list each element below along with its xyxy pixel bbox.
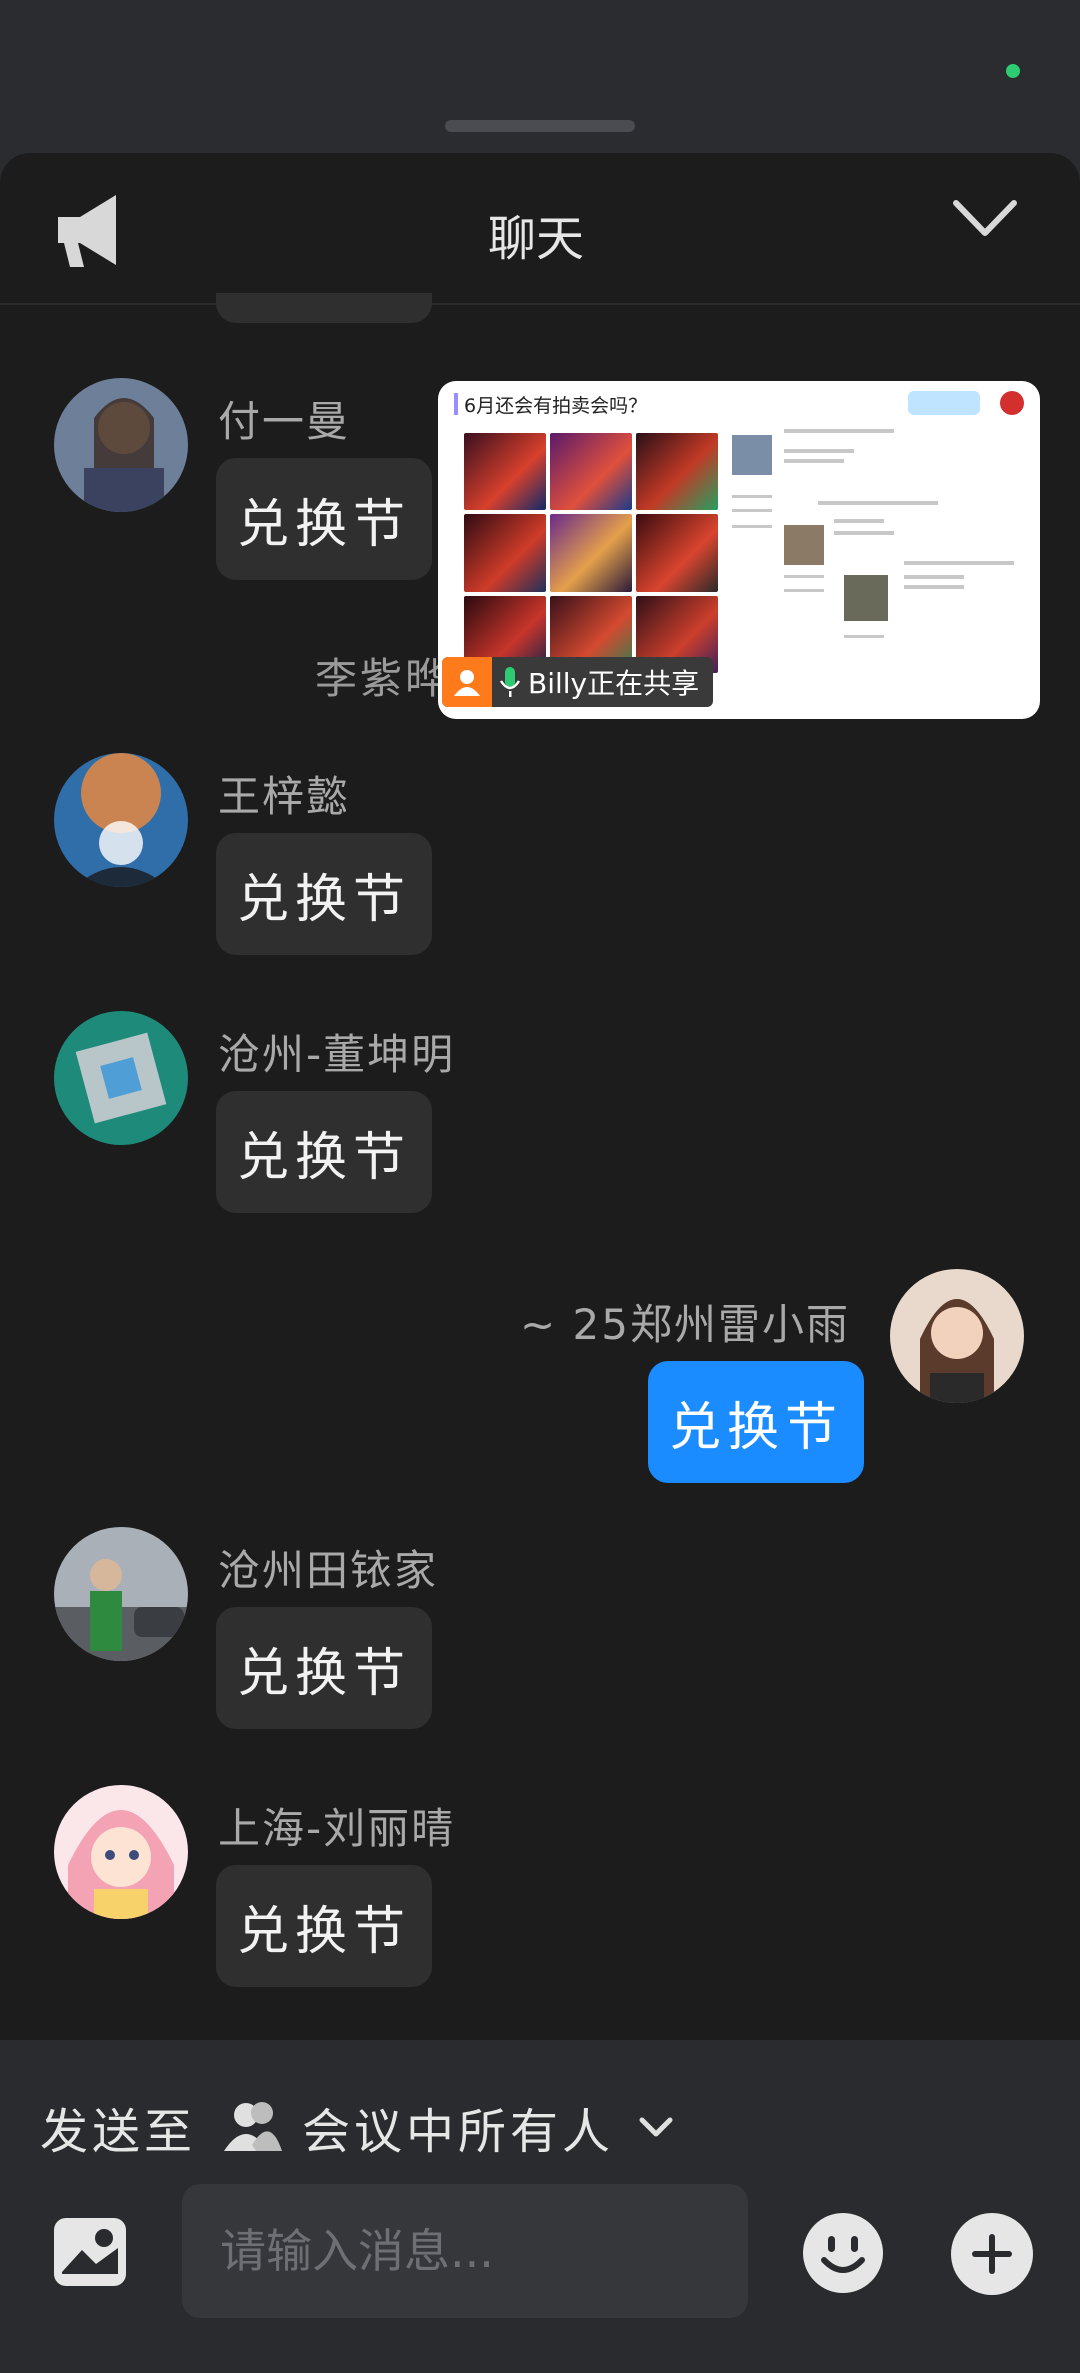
sender-name: 王梓懿 <box>218 772 351 821</box>
recipient-selector[interactable]: 发送至 会议中所有人 <box>40 2092 676 2162</box>
shared-thumbnail <box>464 433 546 511</box>
sponsor-logo <box>908 391 1024 415</box>
message-bubble[interactable]: 兑换节 <box>216 833 432 955</box>
composer-area: 发送至 会议中所有人 <box>0 2040 1080 2373</box>
screen-share-preview[interactable]: 6月还会有拍卖会吗？ Billy正在共享 <box>438 381 1040 719</box>
avatar[interactable] <box>54 1785 188 1919</box>
chat-title: 聊天 <box>488 211 585 267</box>
doc-accent-bar <box>454 393 458 415</box>
sharing-status-text: Billy正在共享 <box>528 667 700 700</box>
recipient-value: 会议中所有人 <box>302 2104 615 2160</box>
microphone-icon <box>492 657 528 707</box>
own-avatar[interactable] <box>890 1269 1024 1403</box>
online-indicator <box>1006 64 1020 78</box>
shared-thumbnail <box>464 514 546 592</box>
message-bubble[interactable]: 兑换节 <box>216 1091 432 1213</box>
message-bubble[interactable]: 兑换节 <box>216 1865 432 1987</box>
chevron-down-icon <box>639 2117 673 2137</box>
avatar[interactable] <box>54 1527 188 1661</box>
shared-thumbnail <box>636 433 718 511</box>
own-message-bubble[interactable]: 兑换节 <box>648 1361 864 1483</box>
shared-thumbnail <box>550 514 632 592</box>
shared-doc-content <box>732 429 1014 638</box>
shared-image-grid <box>464 433 718 673</box>
presenter-icon <box>442 657 492 707</box>
avatar[interactable] <box>54 1011 188 1145</box>
message-bubble[interactable]: 兑换节 <box>216 1607 432 1729</box>
speaker-icon[interactable] <box>52 191 136 271</box>
drag-handle[interactable] <box>445 120 635 132</box>
previous-message-bubble <box>216 293 432 323</box>
sender-name: ~ 25郑州雷小雨 <box>520 1300 850 1349</box>
message-bubble[interactable]: 兑换节 <box>216 458 432 580</box>
send-to-label: 发送至 <box>40 2104 197 2160</box>
chat-panel: 聊天 付一曼 兑换节 李紫晔撤回了一条消息 王梓懿 兑换节 沧州-董坤明 兑换节… <box>0 153 1080 2373</box>
sharing-status-bar: Billy正在共享 <box>442 657 714 707</box>
shared-thumbnail <box>636 514 718 592</box>
image-icon[interactable] <box>52 2216 128 2288</box>
collapse-chevron-icon[interactable] <box>950 195 1020 245</box>
message-input[interactable] <box>182 2184 748 2318</box>
plus-icon[interactable] <box>950 2212 1034 2296</box>
group-icon <box>224 2102 283 2151</box>
emoji-icon[interactable] <box>802 2212 884 2294</box>
sender-name: 沧州田铱家 <box>218 1546 439 1595</box>
chat-header: 聊天 <box>0 153 1080 305</box>
avatar[interactable] <box>54 753 188 887</box>
sender-name: 上海-刘丽晴 <box>218 1804 456 1853</box>
shared-thumbnail <box>550 433 632 511</box>
shared-doc-title: 6月还会有拍卖会吗？ <box>464 395 648 417</box>
avatar[interactable] <box>54 378 188 512</box>
sender-name: 沧州-董坤明 <box>218 1030 456 1079</box>
sender-name: 付一曼 <box>218 397 351 446</box>
